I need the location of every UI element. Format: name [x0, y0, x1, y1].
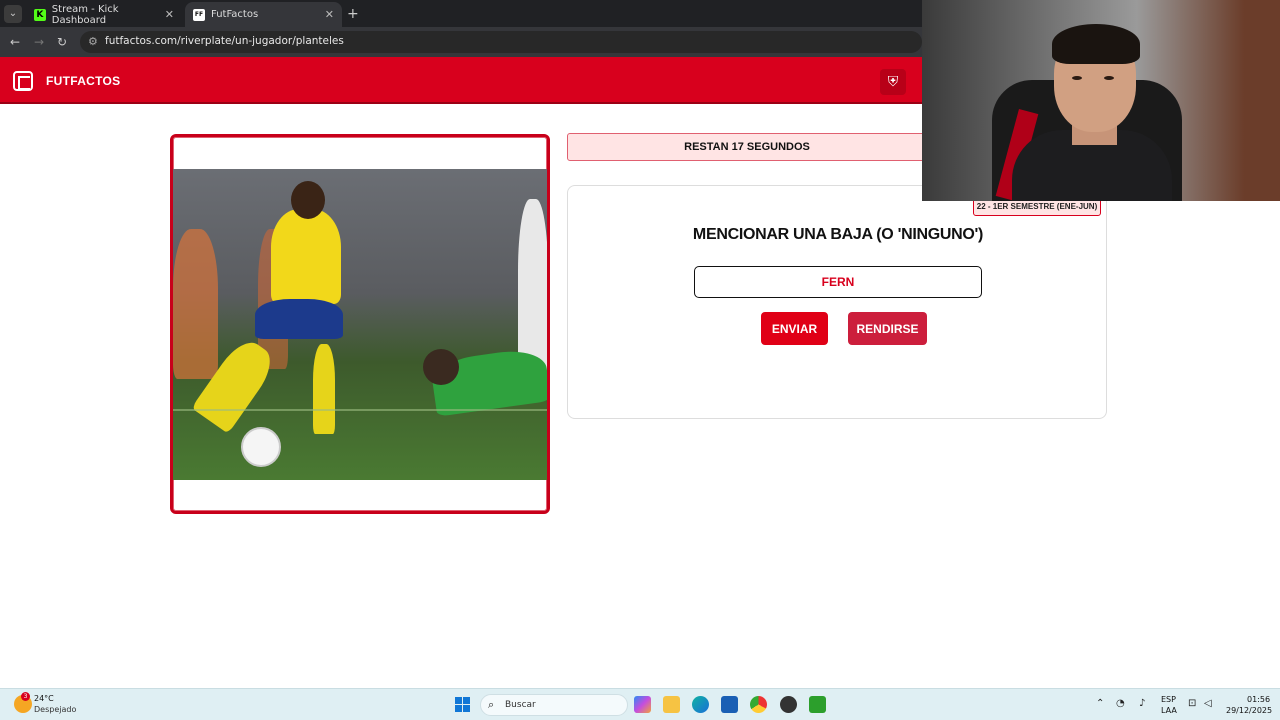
- keyboard-layout[interactable]: LAA: [1161, 706, 1177, 715]
- clock-time[interactable]: 01:56: [1247, 695, 1270, 704]
- edge-icon[interactable]: [692, 696, 709, 713]
- xbox-icon[interactable]: [809, 696, 826, 713]
- volume-icon[interactable]: ◁: [1204, 698, 1212, 709]
- give-up-button[interactable]: RENDIRSE: [848, 312, 927, 345]
- file-explorer-icon[interactable]: [663, 696, 680, 713]
- copilot-icon[interactable]: [634, 696, 651, 713]
- close-tab-icon[interactable]: ✕: [325, 8, 334, 21]
- futfactos-logo-icon[interactable]: [13, 71, 33, 91]
- player-yellow-shirt: [271, 209, 341, 304]
- wifi-icon[interactable]: ⊡: [1188, 698, 1196, 709]
- obs-icon[interactable]: [780, 696, 797, 713]
- futfactos-favicon-icon: FF: [193, 8, 205, 21]
- kick-favicon-icon: K: [34, 8, 46, 21]
- soccer-ball: [241, 427, 281, 467]
- tray-network-icon[interactable]: ◔: [1116, 698, 1125, 709]
- webcam-overlay: [922, 0, 1280, 201]
- weather-desc[interactable]: Despejado: [34, 705, 76, 714]
- tray-chevron-up-icon[interactable]: ⌃: [1096, 698, 1104, 709]
- search-icon: ⌕: [488, 698, 495, 711]
- pitch-line: [173, 409, 547, 411]
- taskbar-search-input[interactable]: ⌕ Buscar: [480, 694, 628, 716]
- timer-box: RESTAN 17 SEGUNDOS: [567, 133, 927, 161]
- tab-title: Stream - Kick Dashboard: [51, 3, 119, 26]
- chrome-icon[interactable]: [750, 696, 767, 713]
- new-tab-button[interactable]: +: [347, 6, 359, 22]
- language-indicator[interactable]: ESP: [1161, 695, 1176, 704]
- goalkeeper-head: [423, 349, 459, 385]
- question-title: MENCIONAR UNA BAJA (O 'NINGUNO'): [692, 226, 984, 243]
- url-field[interactable]: ⚙ futfactos.com/riverplate/un-jugador/pl…: [80, 31, 922, 53]
- tab-futfactos[interactable]: FF FutFactos ✕: [185, 2, 342, 27]
- river-plate-badge-icon[interactable]: ⛨: [880, 69, 906, 95]
- send-button[interactable]: ENVIAR: [761, 312, 828, 345]
- site-title[interactable]: FUTFACTOS: [46, 74, 120, 88]
- photo-background-figure: [173, 229, 218, 379]
- player-blue-shorts: [255, 299, 343, 339]
- weather-temp[interactable]: 24°C: [34, 694, 54, 703]
- player-image-card: [170, 134, 550, 514]
- url-text[interactable]: futfactos.com/riverplate/un-jugador/plan…: [105, 35, 344, 47]
- tab-search-menu-icon[interactable]: ⌄: [4, 5, 22, 23]
- player-head: [291, 181, 325, 219]
- taskbar: 3 24°C Despejado ⌕ Buscar ⌃ ◔ ♪ ESP LAA …: [0, 688, 1280, 720]
- close-tab-icon[interactable]: ✕: [165, 8, 174, 21]
- player-leg: [313, 344, 335, 434]
- timer-text: RESTAN 17 SEGUNDOS: [684, 141, 810, 153]
- tab-title: FutFactos: [211, 9, 259, 20]
- streamer-hair: [1052, 24, 1140, 64]
- clock-date[interactable]: 29/12/2025: [1226, 706, 1272, 715]
- streamer-eye: [1104, 76, 1114, 80]
- player-photo: [173, 169, 547, 480]
- forward-arrow-icon[interactable]: →: [34, 35, 44, 49]
- question-card: 22 - 1ER SEMESTRE (ENE-JUN) MENCIONAR UN…: [567, 185, 1107, 419]
- search-placeholder: Buscar: [505, 700, 536, 710]
- microphone-icon[interactable]: ♪: [1139, 698, 1145, 709]
- tab-kick-dashboard[interactable]: K Stream - Kick Dashboard ✕: [26, 2, 182, 27]
- weather-badge: 3: [21, 692, 30, 701]
- store-icon[interactable]: [721, 696, 738, 713]
- site-info-icon[interactable]: ⚙: [88, 35, 98, 48]
- answer-input[interactable]: [694, 266, 982, 298]
- reload-icon[interactable]: ↻: [57, 35, 67, 49]
- back-arrow-icon[interactable]: ←: [10, 35, 20, 49]
- windows-start-icon[interactable]: [455, 697, 471, 713]
- streamer-eye: [1072, 76, 1082, 80]
